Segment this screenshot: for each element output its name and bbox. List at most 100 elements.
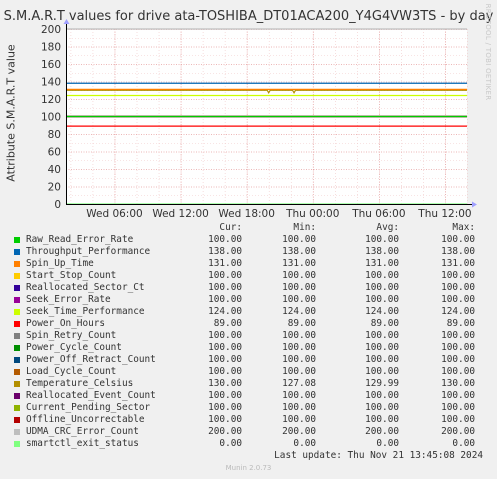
legend-avg-value: 100.00 xyxy=(365,390,399,401)
legend-avg-value: 100.00 xyxy=(365,402,399,413)
legend-min-value: 100.00 xyxy=(282,390,316,401)
legend-series-name: Raw_Read_Error_Rate xyxy=(26,234,134,245)
legend-max-value: 100.00 xyxy=(441,282,475,293)
legend-series-name: Spin_Up_Time xyxy=(26,258,94,269)
y-tick-label: 0 xyxy=(54,199,61,211)
legend-swatch xyxy=(14,429,20,435)
legend-avg-value: 100.00 xyxy=(365,414,399,425)
legend-row: UDMA_CRC_Error_Count 200.00 200.00 200.00 20… xyxy=(0,426,497,438)
legend-swatch xyxy=(14,393,20,399)
y-tick-label: 180 xyxy=(41,42,61,54)
legend-avg-value: 100.00 xyxy=(365,270,399,281)
munin-version: Munin 2.0.73 xyxy=(225,464,272,472)
legend-cur-value: 100.00 xyxy=(208,414,242,425)
legend-min-value: 100.00 xyxy=(282,282,316,293)
legend-max-value: 138.00 xyxy=(441,246,475,257)
legend-cur-value: 100.00 xyxy=(208,294,242,305)
legend-max-value: 100.00 xyxy=(441,402,475,413)
legend-row: Reallocated_Sector_Ct 100.00 100.00 100.00 1… xyxy=(0,282,497,294)
legend-row: Throughput_Performance 138.00 138.00 138.00… xyxy=(0,246,497,258)
legend-avg-value: 100.00 xyxy=(365,330,399,341)
legend-row: Raw_Read_Error_Rate 100.00 100.00 100.00 100… xyxy=(0,234,497,246)
legend-min-value: 131.00 xyxy=(282,258,316,269)
legend-swatch xyxy=(14,261,20,267)
legend-min-value: 100.00 xyxy=(282,402,316,413)
legend-avg-value: 131.00 xyxy=(365,258,399,269)
legend-avg-value: 0.00 xyxy=(376,438,399,449)
legend-max-value: 0.00 xyxy=(452,438,475,449)
x-tick-label: Thu 12:00 xyxy=(417,208,471,220)
legend-min-value: 127.08 xyxy=(282,378,316,389)
legend-avg-value: 138.00 xyxy=(365,246,399,257)
legend-series-name: Seek_Time_Performance xyxy=(26,306,145,317)
legend-row: Power_Cycle_Count 100.00 100.00 100.00 100.0… xyxy=(0,342,497,354)
legend-swatch xyxy=(14,333,20,339)
legend-swatch xyxy=(14,249,20,255)
legend-series-name: Current_Pending_Sector xyxy=(26,402,151,413)
legend-avg-value: 100.00 xyxy=(365,366,399,377)
legend-swatch xyxy=(14,381,20,387)
legend-avg-value: 100.00 xyxy=(365,294,399,305)
x-tick-label: Thu 00:00 xyxy=(285,208,339,220)
legend-swatch xyxy=(14,405,20,411)
x-tick-label: Wed 12:00 xyxy=(152,208,209,220)
y-tick-label: 140 xyxy=(41,77,61,89)
legend-max-value: 100.00 xyxy=(441,294,475,305)
legend-cur-value: 100.00 xyxy=(208,354,242,365)
header-min: Min: xyxy=(293,222,316,233)
legend-max-value: 100.00 xyxy=(441,366,475,377)
legend-series-name: smartctl_exit_status xyxy=(26,438,139,449)
legend-swatch xyxy=(14,345,20,351)
legend-max-value: 100.00 xyxy=(441,330,475,341)
legend-series-name: Seek_Error_Rate xyxy=(26,294,111,305)
legend-series-name: Throughput_Performance xyxy=(26,246,151,257)
y-tick-label: 80 xyxy=(48,129,61,141)
legend-swatch xyxy=(14,369,20,375)
legend-row: Temperature_Celsius 130.00 127.08 129.99 130… xyxy=(0,378,497,390)
legend-row: Reallocated_Event_Count 100.00 100.00 100.0… xyxy=(0,390,497,402)
legend-avg-value: 200.00 xyxy=(365,426,399,437)
legend-max-value: 200.00 xyxy=(441,426,475,437)
legend-avg-value: 100.00 xyxy=(365,354,399,365)
x-tick-label: Wed 18:00 xyxy=(218,208,275,220)
legend-max-value: 89.00 xyxy=(446,318,475,329)
legend-min-value: 100.00 xyxy=(282,270,316,281)
legend-cur-value: 131.00 xyxy=(208,258,242,269)
legend-series-name: Temperature_Celsius xyxy=(26,378,134,389)
legend-avg-value: 129.99 xyxy=(365,378,399,389)
legend-min-value: 200.00 xyxy=(282,426,316,437)
legend-min-value: 100.00 xyxy=(282,414,316,425)
legend-swatch xyxy=(14,285,20,291)
legend-series-name: Load_Cycle_Count xyxy=(26,366,117,377)
y-tick-label: 120 xyxy=(41,94,61,106)
legend-cur-value: 0.00 xyxy=(219,438,242,449)
y-tick-label: 20 xyxy=(48,182,61,194)
legend-series-name: Reallocated_Sector_Ct xyxy=(26,282,145,293)
legend-series-name: Spin_Retry_Count xyxy=(26,330,117,341)
legend-cur-value: 100.00 xyxy=(208,342,242,353)
legend-min-value: 100.00 xyxy=(282,234,316,245)
legend-cur-value: 124.00 xyxy=(208,306,242,317)
legend-avg-value: 124.00 xyxy=(365,306,399,317)
x-tick-label: Wed 06:00 xyxy=(86,208,143,220)
legend-swatch xyxy=(14,273,20,279)
legend-row: Power_On_Hours 89.00 89.00 89.00 89.00 xyxy=(0,318,497,330)
legend-swatch xyxy=(14,357,20,363)
legend-avg-value: 100.00 xyxy=(365,234,399,245)
legend-cur-value: 100.00 xyxy=(208,402,242,413)
legend-row: Offline_Uncorrectable 100.00 100.00 100.00 1… xyxy=(0,414,497,426)
legend-series-name: Power_On_Hours xyxy=(26,318,106,329)
x-tick-label: Thu 06:00 xyxy=(351,208,405,220)
legend-cur-value: 100.00 xyxy=(208,330,242,341)
legend-series-name: Reallocated_Event_Count xyxy=(26,390,156,401)
legend-series-name: Offline_Uncorrectable xyxy=(26,414,145,425)
y-tick-label: 60 xyxy=(48,147,61,159)
legend-series-name: UDMA_CRC_Error_Count xyxy=(26,426,139,437)
legend-avg-value: 100.00 xyxy=(365,342,399,353)
legend-max-value: 100.00 xyxy=(441,390,475,401)
legend-max-value: 100.00 xyxy=(441,414,475,425)
legend-swatch xyxy=(14,417,20,423)
legend-swatch xyxy=(14,321,20,327)
legend-min-value: 100.00 xyxy=(282,330,316,341)
legend-min-value: 100.00 xyxy=(282,354,316,365)
